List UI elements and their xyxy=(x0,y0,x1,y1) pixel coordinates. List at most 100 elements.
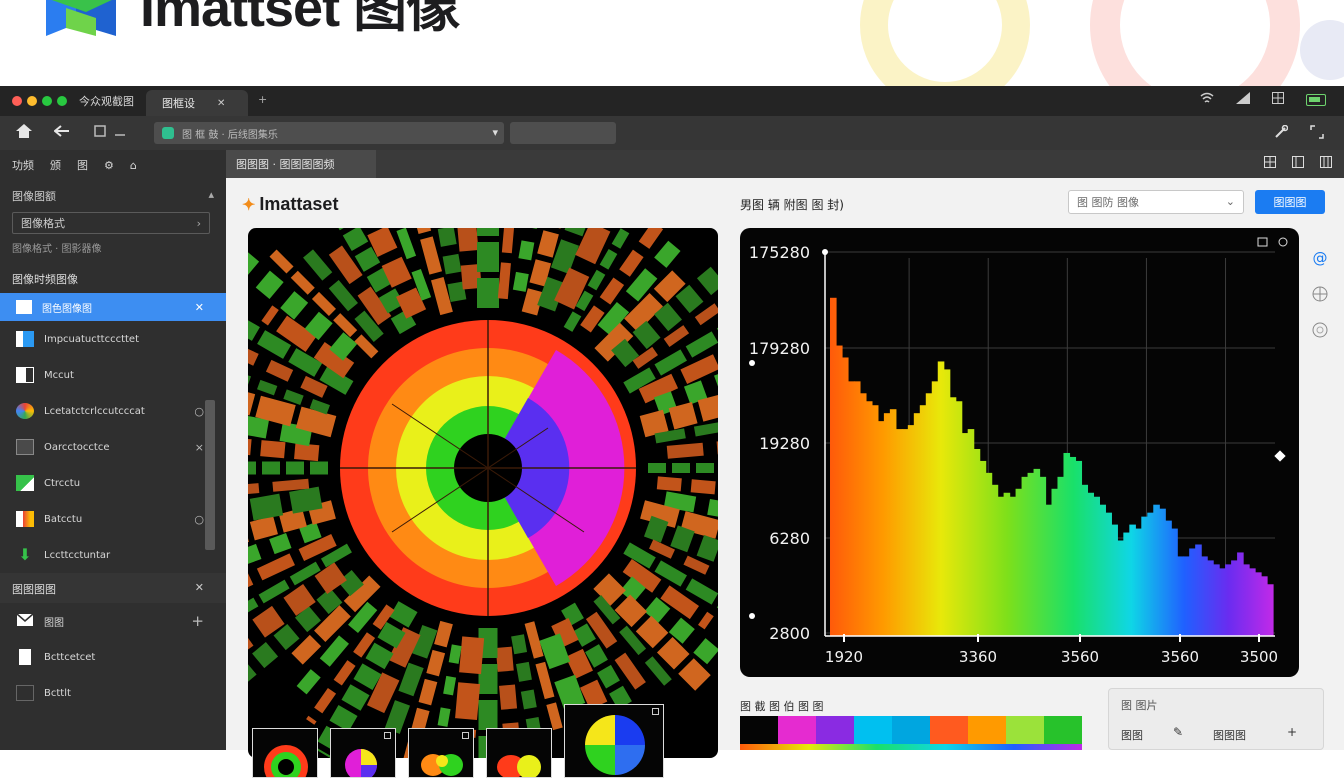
sidebar-item-label: 图色图像图 xyxy=(42,303,92,315)
format-select-value: 图像格式 xyxy=(21,217,65,230)
image-info-card: 图 图片 图图 ✎ 图图图 + xyxy=(1108,688,1324,750)
app-window: 今众观截图 图框设 ✕ + 图 框 鼓 · 后线图集乐 ▾ 功频 颁 图 ⚙ ⌂… xyxy=(0,86,1344,778)
x-tick-label: 3560 xyxy=(1061,648,1099,666)
thumbnail-5-selected[interactable] xyxy=(564,704,664,778)
sidebar-item-action[interactable]: ○ xyxy=(194,405,204,418)
add-icon[interactable]: + xyxy=(1287,725,1297,739)
thumbnail-1[interactable] xyxy=(252,728,318,778)
home-small-icon[interactable]: ⌂ xyxy=(130,159,137,172)
histogram-bar xyxy=(841,357,849,636)
sidebar-item-2[interactable]: Mccut xyxy=(0,357,226,393)
close-icon[interactable]: ✕ xyxy=(195,301,204,314)
tab-active[interactable]: 图框设 ✕ xyxy=(146,90,248,116)
content-logo-text: Imattaset xyxy=(259,194,339,214)
palette-swatch[interactable] xyxy=(854,716,892,744)
palette-swatch[interactable] xyxy=(816,716,854,744)
histogram-chart: 175280 179280 19280 6280 2800 1920 3360 3560 35… xyxy=(740,228,1299,677)
sidebar-item2-0[interactable]: 图图 + xyxy=(0,603,226,639)
search-field[interactable] xyxy=(510,122,616,144)
sidebar-item-action[interactable]: ○ xyxy=(194,513,204,526)
add-icon[interactable]: + xyxy=(191,612,204,630)
spark-icon: ✦ xyxy=(242,196,256,214)
histogram-bar xyxy=(949,397,957,636)
histogram-bar xyxy=(1027,472,1035,636)
palette-swatch[interactable] xyxy=(968,716,1006,744)
palette-swatch[interactable] xyxy=(1044,716,1082,744)
circle-outline-icon[interactable] xyxy=(1310,320,1330,340)
expand-icon[interactable] xyxy=(1310,125,1324,142)
palette-swatch[interactable] xyxy=(778,716,816,744)
sidebar-top-item-2[interactable]: 图 xyxy=(77,157,88,173)
tab-content[interactable]: 图图图 · 图图图图频 xyxy=(226,150,376,178)
histogram-bar xyxy=(889,409,897,636)
thumbnail-2[interactable] xyxy=(330,728,396,778)
histogram-bar xyxy=(961,433,969,636)
palette-swatch[interactable] xyxy=(892,716,930,744)
columns-icon[interactable] xyxy=(1320,156,1332,171)
x-tick-label: 3360 xyxy=(959,648,997,666)
histogram-bar xyxy=(979,460,987,636)
collapse-icon[interactable]: ▴ xyxy=(208,188,214,204)
close-icon[interactable]: ✕ xyxy=(195,581,204,597)
sidebar-top-item-0[interactable]: 功频 xyxy=(12,157,34,173)
window-controls xyxy=(12,96,67,106)
thumbnail-4[interactable] xyxy=(486,728,552,778)
palette-swatch[interactable] xyxy=(740,716,778,744)
sidebar-item-5[interactable]: Ctrcctu xyxy=(0,465,226,501)
content-tab-label: 图图图 · 图图图图频 xyxy=(236,158,335,171)
sidebar-item-1[interactable]: Impcuatucttcccttet xyxy=(0,321,226,357)
histogram-svg: 175280 179280 19280 6280 2800 1920 3360 3560 35… xyxy=(749,237,1288,666)
chevron-down-icon[interactable]: ▾ xyxy=(492,126,498,139)
histogram-bar xyxy=(1015,488,1023,636)
histogram-bar xyxy=(1117,540,1124,636)
maximize-window-button[interactable] xyxy=(42,96,52,106)
histogram-bar xyxy=(871,405,879,636)
image-preview[interactable] xyxy=(248,228,718,758)
window-icon[interactable] xyxy=(90,125,110,141)
new-tab-icon[interactable]: + xyxy=(258,93,267,106)
signal-icon xyxy=(1236,92,1250,107)
histogram-bar xyxy=(1111,524,1118,636)
close-window-button[interactable] xyxy=(12,96,22,106)
view-dropdown[interactable]: 图 图防 图像 ⌄ xyxy=(1068,190,1244,214)
minimize-icon[interactable] xyxy=(110,125,130,141)
sidebar-item-label: Bcttlt xyxy=(44,687,71,699)
tools-icon[interactable] xyxy=(1274,124,1289,142)
sidebar-item-0[interactable]: 图色图像图 ✕ xyxy=(0,293,226,321)
app-title: 今众观截图 xyxy=(79,95,134,108)
edit-icon[interactable]: ✎ xyxy=(1173,725,1183,739)
histogram-bar xyxy=(925,393,933,636)
sidebar-item-4[interactable]: Oarcctocctce × xyxy=(0,429,226,465)
sidebar-scrollbar[interactable] xyxy=(205,400,215,550)
tab-close-icon[interactable]: ✕ xyxy=(217,98,225,109)
home-icon[interactable] xyxy=(14,124,34,142)
thumbnail-3[interactable] xyxy=(408,728,474,778)
sidebar-item-7[interactable]: ⬇ Lccttcctuntar xyxy=(0,537,226,573)
sidebar-item-3[interactable]: Lcetatctcrlccutcccat ○ xyxy=(0,393,226,429)
crop-grid-icon[interactable] xyxy=(1310,284,1330,304)
apply-button[interactable]: 图图图 xyxy=(1255,190,1325,214)
axis-end-dot xyxy=(822,249,828,255)
sidebar-item2-1[interactable]: Bcttcetcet xyxy=(0,639,226,675)
swirl-icon[interactable]: @ xyxy=(1310,248,1330,268)
layout-icon[interactable] xyxy=(1272,92,1284,107)
split-icon[interactable] xyxy=(1292,156,1304,171)
x-tick-label: 3560 xyxy=(1161,648,1199,666)
sidebar-item-6[interactable]: Batcctu ○ xyxy=(0,501,226,537)
sidebar-item-action[interactable]: × xyxy=(195,441,204,454)
histogram-bar xyxy=(907,425,915,636)
histogram-bar xyxy=(835,345,843,636)
fullscreen-window-button[interactable] xyxy=(57,96,67,106)
palette-swatch[interactable] xyxy=(930,716,968,744)
address-bar[interactable]: 图 框 鼓 · 后线图集乐 ▾ xyxy=(154,122,504,144)
minimize-window-button[interactable] xyxy=(27,96,37,106)
palette-swatch[interactable] xyxy=(1006,716,1044,744)
histogram-bar xyxy=(1171,528,1178,636)
back-icon[interactable] xyxy=(52,125,72,141)
gear-icon[interactable]: ⚙ xyxy=(104,159,114,172)
sidebar-top-item-1[interactable]: 颁 xyxy=(50,157,61,173)
grid-icon[interactable] xyxy=(1264,156,1276,171)
sidebar-item2-2[interactable]: Bcttlt xyxy=(0,675,226,711)
format-select[interactable]: 图像格式 › xyxy=(12,212,210,234)
histogram-bar xyxy=(1249,568,1256,636)
